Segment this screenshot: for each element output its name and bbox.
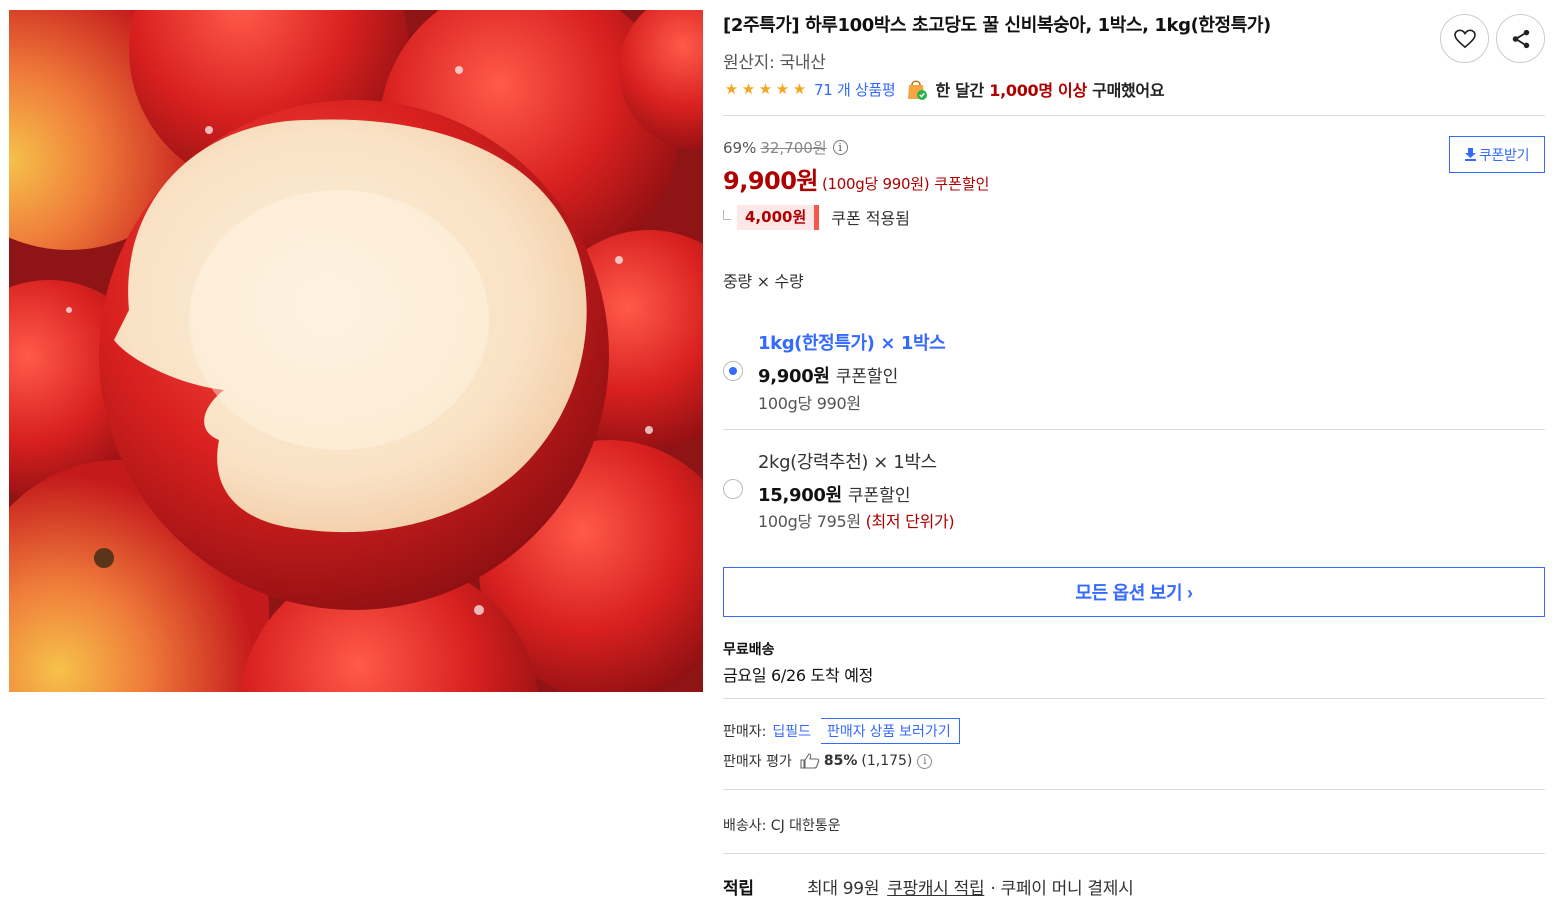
reward-condition: · 쿠페이 머니 결제시: [990, 879, 1134, 899]
option-price-row: 9,900원 쿠폰할인: [758, 362, 898, 388]
star-icon: ★: [741, 80, 756, 98]
seller-name-link[interactable]: 딥필드: [772, 721, 811, 741]
lowest-unit-price-badge: (최저 단위가): [865, 512, 955, 531]
star-icon: ★: [758, 80, 773, 98]
price-info-icon[interactable]: i: [832, 140, 848, 155]
monthly-suffix: 구매했어요: [1092, 81, 1165, 100]
option-radio[interactable]: [723, 479, 743, 499]
star-icon: ★: [792, 80, 807, 98]
option-radio-selected[interactable]: [723, 361, 743, 381]
get-coupon-label: 쿠폰받기: [1478, 146, 1530, 163]
coupang-cash-link[interactable]: 쿠팡캐시 적립: [887, 874, 984, 899]
courier: 배송사: CJ 대한통운: [723, 818, 841, 834]
option-coupon: 쿠폰할인: [847, 486, 911, 506]
monthly-highlight: 1,000명 이상: [989, 81, 1087, 100]
option-label: 중량 × 수량: [723, 272, 804, 291]
coupon-applied-text: 쿠폰 적용됨: [831, 209, 910, 228]
seller-label: 판매자:: [723, 724, 767, 740]
monthly-purchase: 한 달간 1,000명 이상 구매했어요: [935, 77, 1164, 101]
elbow-connector: [723, 210, 731, 220]
delivery-eta: 금요일 6/26 도착 예정: [723, 666, 874, 685]
product-image: [9, 10, 703, 692]
option-name: 1kg(한정특가) × 1박스: [758, 333, 946, 354]
seller-rating-count: (1,175): [861, 753, 913, 769]
shipping-label: 무료배송: [723, 642, 775, 658]
option-unit-price-row: 100g당 795원 (최저 단위가): [758, 508, 955, 532]
divider: [723, 698, 1545, 699]
original-price: 32,700원: [760, 139, 827, 157]
coupon-discount-label: 쿠폰할인: [934, 175, 990, 193]
reward-title: 적립: [723, 879, 754, 899]
product-origin: 원산지: 국내산: [723, 53, 826, 73]
reward-row: 적립 최대 99원 쿠팡캐시 적립 · 쿠페이 머니 결제시: [723, 874, 1134, 899]
product-info-panel: [2주특가] 하루100박스 초고당도 꿀 신비복숭아, 1박스, 1kg(한정…: [723, 0, 1545, 914]
option-item-2kg[interactable]: 2kg(강력추천) × 1박스 15,900원 쿠폰할인 100g당 795원 …: [723, 443, 1545, 538]
shopping-bag-icon: [908, 80, 928, 100]
seller-products-button[interactable]: 판매자 상품 보러가기: [821, 718, 960, 744]
share-button[interactable]: [1496, 14, 1545, 63]
thumbs-up-icon: [800, 753, 820, 769]
review-count-link[interactable]: 71 개 상품평: [814, 79, 896, 100]
rating-stars[interactable]: ★ ★ ★ ★ ★: [723, 80, 808, 98]
option-price: 15,900원: [758, 485, 842, 506]
option-unit-price: 100g당 990원: [758, 394, 861, 413]
star-icon: ★: [724, 80, 739, 98]
option-price: 9,900원: [758, 366, 830, 387]
divider: [723, 789, 1545, 790]
sale-price: 9,900원: [723, 167, 819, 195]
star-icon: ★: [775, 80, 790, 98]
sale-price-row: 9,900원 (100g당 990원) 쿠폰할인: [723, 161, 989, 196]
product-title: [2주특가] 하루100박스 초고당도 꿀 신비복숭아, 1박스, 1kg(한정…: [723, 15, 1271, 36]
option-item-1kg[interactable]: 1kg(한정특가) × 1박스 9,900원 쿠폰할인 100g당 990원: [723, 325, 1545, 420]
seller-rating-label: 판매자 평가: [723, 754, 792, 770]
heart-icon: [1453, 29, 1476, 48]
discount-rate: 69%: [723, 138, 757, 157]
original-price-row: 69% 32,700원 i: [723, 137, 848, 158]
option-price-row: 15,900원 쿠폰할인: [758, 481, 910, 507]
all-options-button[interactable]: 모든 옵션 보기 ›: [723, 567, 1545, 617]
option-name: 2kg(강력추천) × 1박스: [758, 452, 937, 473]
unit-price: (100g당 990원): [822, 175, 930, 193]
wishlist-button[interactable]: [1440, 14, 1489, 63]
reward-amount: 최대 99원: [807, 879, 880, 899]
coupon-applied-row: 4,000원 쿠폰 적용됨: [723, 203, 910, 231]
download-icon: [1464, 148, 1476, 161]
option-unit-price: 100g당 795원: [758, 512, 861, 531]
seller-rating-row: 판매자 평가 85% (1,175) i: [723, 750, 933, 772]
divider: [723, 429, 1545, 430]
seller-row: 판매자: 딥필드 판매자 상품 보러가기: [723, 718, 960, 744]
divider: [723, 853, 1545, 854]
peach-photo: [9, 10, 703, 692]
seller-info-icon[interactable]: i: [917, 753, 933, 769]
option-coupon: 쿠폰할인: [835, 367, 899, 387]
share-icon: [1512, 29, 1529, 48]
seller-rating-percent: 85%: [823, 753, 858, 769]
get-coupon-button[interactable]: 쿠폰받기: [1449, 136, 1545, 173]
coupon-amount-badge: 4,000원: [737, 204, 820, 230]
monthly-prefix: 한 달간: [935, 81, 984, 100]
divider: [723, 115, 1545, 116]
rating-row: ★ ★ ★ ★ ★ 71 개 상품평 한 달간 1,000명 이상 구매했어요: [723, 77, 1165, 101]
